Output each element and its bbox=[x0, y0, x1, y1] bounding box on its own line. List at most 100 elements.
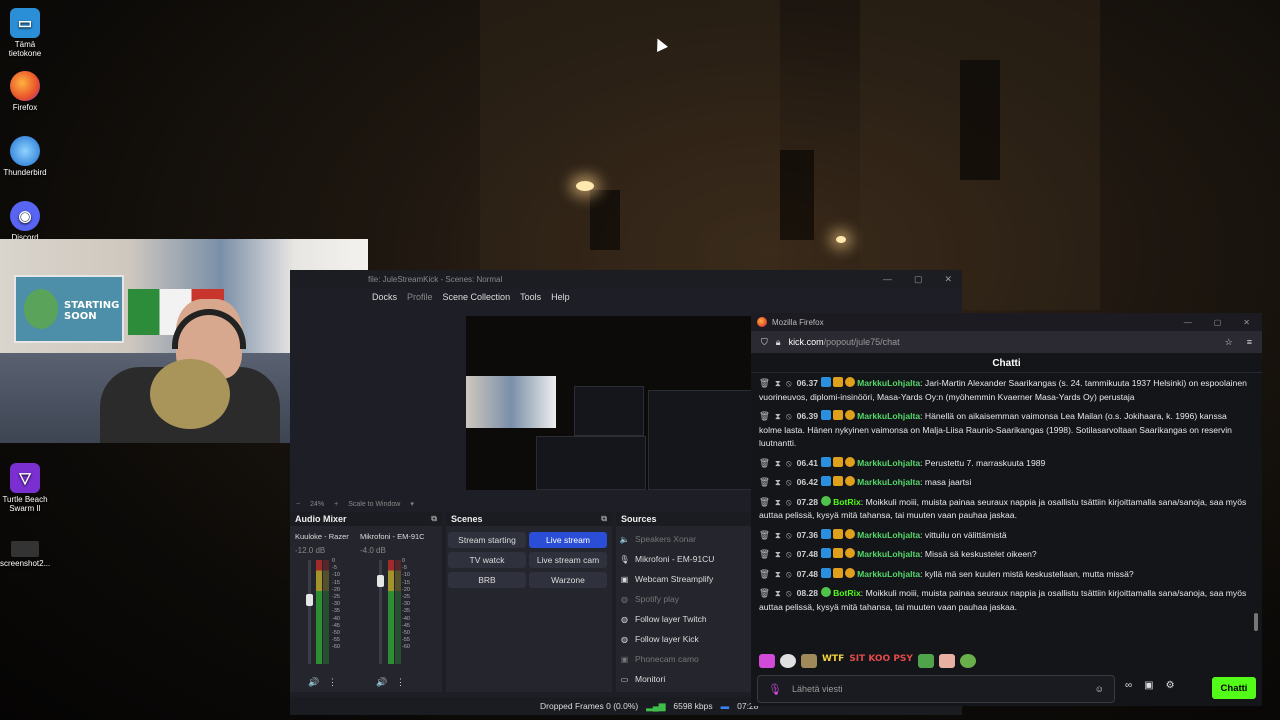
chat-scrollbar[interactable] bbox=[1254, 613, 1258, 631]
emote[interactable] bbox=[959, 654, 976, 668]
scene-brb[interactable]: BRB bbox=[448, 572, 526, 588]
chat-send-button[interactable]: Chatti bbox=[1212, 677, 1256, 699]
source-mikrofoni[interactable]: 🎙 Mikrofoni - EM-91CU bbox=[619, 550, 714, 568]
gear-icon[interactable]: ⚙ bbox=[1166, 680, 1175, 691]
close-icon[interactable]: ✕ bbox=[944, 274, 952, 285]
timeout-icon[interactable]: ⧗ bbox=[775, 458, 781, 468]
message-username[interactable]: MarkkuLohjalta bbox=[857, 477, 920, 487]
source-follow-kick[interactable]: ◍ Follow layer Kick bbox=[620, 630, 699, 648]
timeout-icon[interactable]: ⧗ bbox=[775, 588, 781, 598]
scene-live-stream[interactable]: Live stream bbox=[529, 532, 607, 548]
desktop-icon-this-pc[interactable]: ▭ Tämä tietokone bbox=[0, 8, 50, 58]
trash-icon[interactable]: 🗑︎ bbox=[759, 549, 770, 559]
desktop-icon-discord[interactable]: ◉ Discord bbox=[0, 201, 50, 242]
emote[interactable] bbox=[938, 654, 955, 668]
chat-messages[interactable]: 🗑︎ ⧗ ⦸ 06.37 MarkkuLohjalta: Jari-Martin Ale… bbox=[759, 377, 1247, 649]
message-username[interactable]: MarkkuLohjalta bbox=[857, 569, 920, 579]
emote-wtf[interactable]: WTF bbox=[822, 654, 844, 668]
mute-speaker-icon[interactable]: 🔊 bbox=[376, 677, 387, 688]
emoji-icon[interactable]: ☺ bbox=[1095, 684, 1104, 694]
ban-icon[interactable]: ⦸ bbox=[786, 588, 792, 598]
ban-icon[interactable]: ⦸ bbox=[786, 378, 792, 388]
mute-speaker-icon[interactable]: 🔊 bbox=[308, 677, 319, 688]
timeout-icon[interactable]: ⧗ bbox=[775, 497, 781, 507]
url-bar[interactable]: ⛉ 🔒︎ kick.com/popout/jule75/chat ☆ ≡ bbox=[751, 331, 1262, 353]
ban-icon[interactable]: ⦸ bbox=[786, 411, 792, 421]
timeout-icon[interactable]: ⧗ bbox=[775, 530, 781, 540]
chat-input[interactable]: 🎙 Lähetä viesti ☺ bbox=[757, 675, 1115, 703]
desktop-icon-turtle-beach[interactable]: ▽ Turtle Beach Swarm II bbox=[0, 463, 50, 513]
emote[interactable] bbox=[801, 654, 817, 668]
chevron-down-icon[interactable]: ▾ bbox=[410, 500, 414, 508]
source-speakers-xonar[interactable]: 🔈 Speakers Xonar bbox=[620, 530, 696, 548]
menu-tools[interactable]: Tools bbox=[520, 292, 541, 302]
ban-icon[interactable]: ⦸ bbox=[786, 549, 792, 559]
trash-icon[interactable]: 🗑︎ bbox=[759, 569, 770, 579]
menu-scene-collection[interactable]: Scene Collection bbox=[443, 292, 511, 302]
zoom-out-button[interactable]: − bbox=[296, 501, 300, 508]
message-username[interactable]: BotRix bbox=[833, 497, 861, 507]
kebab-menu-icon[interactable]: ⋮ bbox=[396, 677, 405, 688]
emote[interactable] bbox=[759, 654, 775, 668]
kebab-menu-icon[interactable]: ⋮ bbox=[328, 677, 337, 688]
microphone-icon[interactable]: 🎙 bbox=[768, 683, 782, 696]
message-username[interactable]: MarkkuLohjalta bbox=[857, 411, 920, 421]
timeout-icon[interactable]: ⧗ bbox=[775, 549, 781, 559]
minimize-icon[interactable]: — bbox=[1184, 318, 1192, 327]
scale-mode[interactable]: Scale to Window bbox=[348, 501, 400, 508]
maximize-icon[interactable]: ▢ bbox=[914, 274, 923, 285]
ban-icon[interactable]: ⦸ bbox=[786, 569, 792, 579]
desktop-icon-screenshot[interactable]: screenshot2... bbox=[0, 541, 50, 568]
source-phonecam[interactable]: ▣ Phonecam camo bbox=[620, 650, 699, 668]
minimize-icon[interactable]: — bbox=[883, 274, 892, 285]
obs-preview[interactable] bbox=[466, 316, 756, 490]
menu-docks[interactable]: Docks bbox=[372, 292, 397, 302]
message-username[interactable]: MarkkuLohjalta bbox=[857, 530, 920, 540]
trash-icon[interactable]: 🗑︎ bbox=[759, 588, 770, 598]
zoom-in-button[interactable]: + bbox=[334, 501, 338, 508]
maximize-icon[interactable]: ▢ bbox=[1214, 318, 1222, 327]
ban-icon[interactable]: ⦸ bbox=[786, 458, 792, 468]
trash-icon[interactable]: 🗑︎ bbox=[759, 458, 770, 468]
emote[interactable] bbox=[917, 654, 934, 668]
scene-live-stream-cam[interactable]: Live stream cam bbox=[529, 552, 607, 568]
menu-help[interactable]: Help bbox=[551, 292, 570, 302]
message-username[interactable]: MarkkuLohjalta bbox=[857, 458, 920, 468]
source-webcam[interactable]: ▣ Webcam Streamplify bbox=[620, 570, 714, 588]
shield-icon[interactable]: ⛉ bbox=[761, 337, 768, 348]
source-follow-twitch[interactable]: ◍ Follow layer Twitch bbox=[620, 610, 707, 628]
trash-icon[interactable]: 🗑︎ bbox=[759, 378, 770, 388]
ban-icon[interactable]: ⦸ bbox=[786, 497, 792, 507]
bookmark-star-icon[interactable]: ☆ bbox=[1225, 337, 1233, 348]
scene-stream-starting[interactable]: Stream starting bbox=[448, 532, 526, 548]
lock-icon[interactable]: 🔒︎ bbox=[776, 337, 781, 348]
trash-icon[interactable]: 🗑︎ bbox=[759, 477, 770, 487]
scene-warzone[interactable]: Warzone bbox=[529, 572, 607, 588]
close-icon[interactable]: ✕ bbox=[1243, 318, 1250, 327]
scene-tv-watck[interactable]: TV watck bbox=[448, 552, 526, 568]
menu-icon[interactable]: ≡ bbox=[1247, 337, 1252, 348]
volume-fader-knob[interactable] bbox=[377, 574, 384, 587]
ban-icon[interactable]: ⦸ bbox=[786, 477, 792, 487]
volume-fader-knob[interactable] bbox=[306, 593, 313, 606]
trash-icon[interactable]: 🗑︎ bbox=[759, 497, 770, 507]
timeout-icon[interactable]: ⧗ bbox=[775, 411, 781, 421]
message-username[interactable]: BotRix bbox=[833, 588, 861, 598]
undock-icon[interactable]: ⧉ bbox=[601, 514, 607, 524]
emote-sit-koo-psy[interactable]: SIT KOO PSY bbox=[849, 654, 913, 668]
undock-icon[interactable]: ⧉ bbox=[431, 514, 437, 524]
desktop-icon-thunderbird[interactable]: Thunderbird bbox=[0, 136, 50, 177]
trash-icon[interactable]: 🗑︎ bbox=[759, 411, 770, 421]
emote[interactable] bbox=[780, 654, 796, 668]
desktop-icon-firefox[interactable]: Firefox bbox=[0, 71, 50, 112]
timeout-icon[interactable]: ⧗ bbox=[775, 477, 781, 487]
source-monitori[interactable]: ▭ Monitori bbox=[620, 670, 666, 688]
timeout-icon[interactable]: ⧗ bbox=[775, 378, 781, 388]
infinity-icon[interactable]: ∞ bbox=[1125, 680, 1132, 691]
ban-icon[interactable]: ⦸ bbox=[786, 530, 792, 540]
trash-icon[interactable]: 🗑︎ bbox=[759, 530, 770, 540]
menu-profile[interactable]: Profile bbox=[407, 292, 433, 302]
timeout-icon[interactable]: ⧗ bbox=[775, 569, 781, 579]
message-username[interactable]: MarkkuLohjalta bbox=[857, 378, 920, 388]
gift-icon[interactable]: ▣ bbox=[1144, 680, 1153, 691]
